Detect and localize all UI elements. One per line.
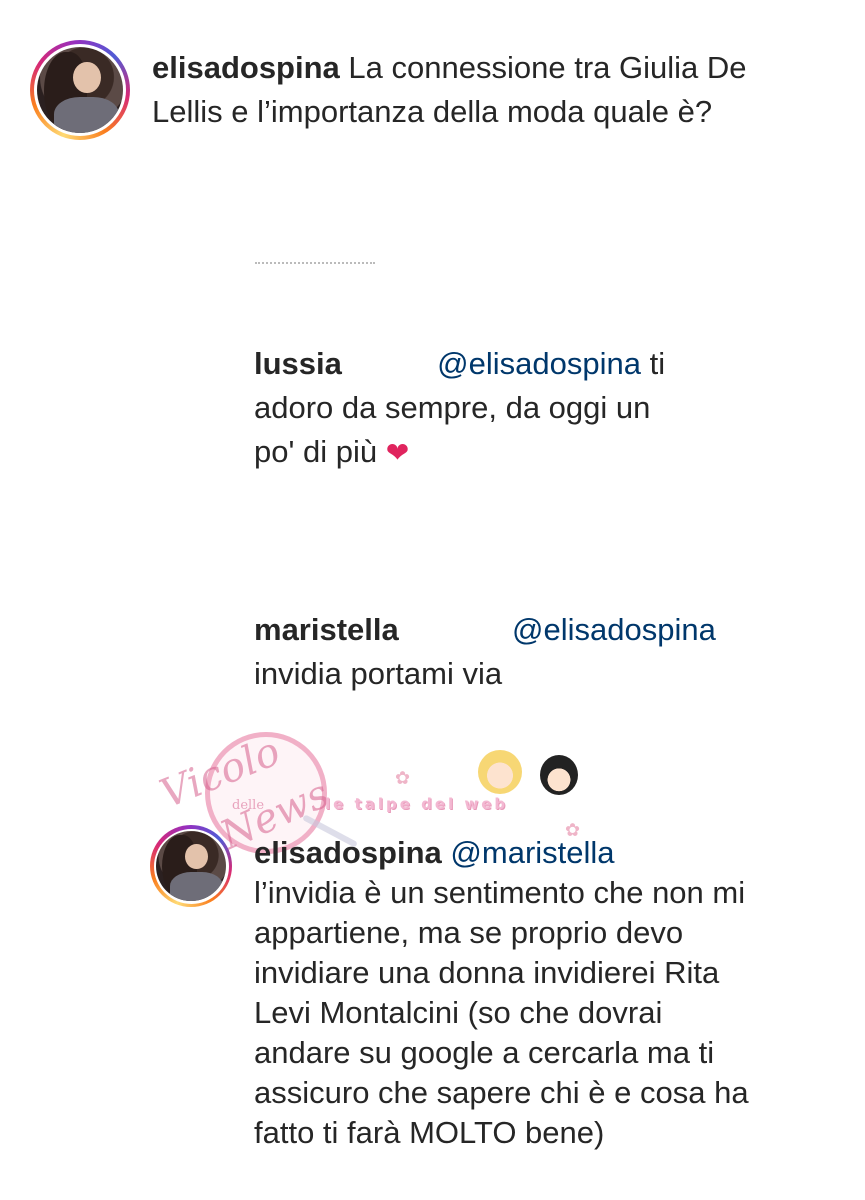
comment-username[interactable]: elisadospina xyxy=(254,835,442,870)
avatar-ring[interactable] xyxy=(150,825,232,907)
comment-username[interactable]: lussia xyxy=(254,346,342,381)
mention-link[interactable]: @elisadospina xyxy=(512,612,716,647)
avatar xyxy=(156,831,226,901)
watermark-face-dark-icon xyxy=(540,755,578,795)
reply-comment: elisadospina @maristella l’invidia è un … xyxy=(254,833,749,1153)
mention-link[interactable]: @elisadospina xyxy=(437,346,641,381)
comment-username[interactable]: elisadospina xyxy=(152,50,340,85)
reply-comment: lussia @elisadospina ti adoro da sempre,… xyxy=(254,342,694,475)
avatar xyxy=(37,47,123,133)
comment-username[interactable]: maristella xyxy=(254,612,399,647)
reply-comment: maristella @elisadospina invidia portami… xyxy=(254,608,734,696)
comment: elisadospina La connessione tra Giulia D… xyxy=(152,46,772,134)
mention-link[interactable]: @maristella xyxy=(450,835,614,870)
watermark-band: le talpe del web xyxy=(325,795,509,813)
comment-text: l’invidia è un sentimento che non mi app… xyxy=(254,875,749,1150)
avatar-ring[interactable] xyxy=(30,40,130,140)
watermark-face-blonde-icon xyxy=(478,750,522,794)
comment-text: invidia portami via xyxy=(254,656,503,691)
divider xyxy=(255,262,375,270)
watermark-paw-icon: ✿ xyxy=(395,768,411,788)
heart-emoji-icon: ❤ xyxy=(385,437,410,468)
